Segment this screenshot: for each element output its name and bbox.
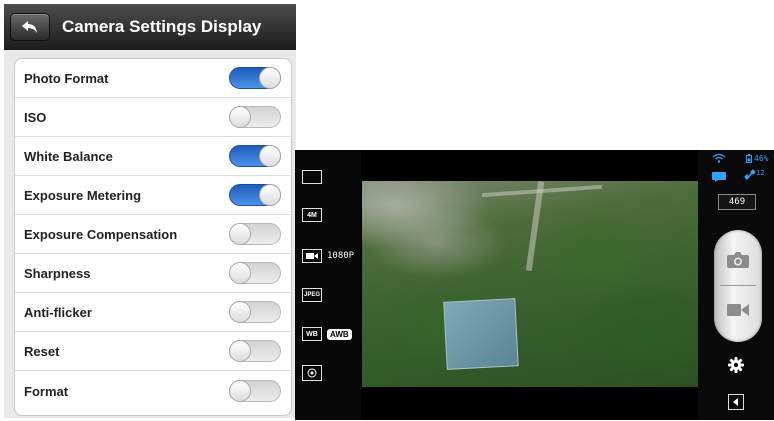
toggle-knob [229,301,251,323]
live-view-image [362,181,698,387]
setting-label: Format [24,383,69,399]
settings-header: Camera Settings Display [4,4,296,50]
video-record-button[interactable] [727,303,749,317]
toggle-knob [259,145,281,167]
setting-row-exposure-compensation: Exposure Compensation [15,215,291,254]
page-title: Camera Settings Display [62,17,262,36]
toggle-knob [229,262,251,284]
photo-size-button[interactable]: 4M [302,208,322,222]
toggle-knob [259,67,281,89]
video-resolution-button[interactable]: 1080P [302,249,354,263]
battery-icon [746,154,752,163]
playback-button[interactable] [728,394,744,410]
setting-row-iso: ISO [15,98,291,137]
back-button[interactable] [10,13,50,41]
setting-label: Exposure Metering [24,187,142,203]
settings-list: Photo Format ISO White Balance Exposure … [14,58,292,416]
setting-row-anti-flicker: Anti-flicker [15,293,291,332]
road-path [525,181,545,271]
metering-icon [302,365,322,381]
aspect-ratio-icon [302,170,322,184]
setting-label: Exposure Compensation [24,226,178,242]
setting-row-format: Format [15,371,291,411]
white-balance-value: AWB [327,328,352,340]
battery-status: 46% [746,154,768,163]
gps-status: 12 [744,169,764,181]
setting-row-exposure-metering: Exposure Metering [15,176,291,215]
setting-label: Photo Format [24,70,109,86]
shots-remaining: 469 [718,194,756,210]
camera-screen: 4M 1080P JPEG WB AWB 46% 12 469 [295,150,774,420]
photo-size-icon: 4M [302,208,322,222]
video-resolution-label: 1080P [327,251,355,261]
toggle-knob [229,223,251,245]
setting-row-reset: Reset [15,332,291,371]
toggle-knob [229,340,251,362]
photo-format-toggle[interactable] [229,67,281,89]
capture-divider [720,285,756,286]
white-balance-icon: WB [302,327,322,341]
setting-row-white-balance: White Balance [15,137,291,176]
video-camera-icon [302,249,322,263]
battery-percent: 46% [754,154,769,163]
back-arrow-icon [22,21,37,33]
reset-toggle[interactable] [229,340,281,362]
camera-right-bar: 46% 12 469 [698,150,774,420]
aspect-ratio-button[interactable] [302,170,322,184]
wifi-icon [712,153,726,163]
exposure-metering-button[interactable] [302,365,322,381]
capture-control [714,230,762,342]
camera-left-bar: 4M 1080P JPEG WB AWB [295,150,361,420]
sharpness-toggle[interactable] [229,262,281,284]
white-balance-toggle[interactable] [229,145,281,167]
message-icon [712,172,726,182]
anti-flicker-toggle[interactable] [229,301,281,323]
satellite-count: 12 [756,169,765,177]
white-balance-button[interactable]: WB AWB [302,327,352,341]
settings-panel: Camera Settings Display Photo Format ISO… [4,4,296,418]
format-toggle[interactable] [229,380,281,402]
photo-format-icon: JPEG [302,288,322,302]
toggle-knob [259,184,281,206]
setting-label: White Balance [24,148,113,164]
triangle-left-icon [733,398,738,406]
setting-label: Anti-flicker [24,304,92,320]
toggle-knob [229,106,251,128]
toggle-knob [229,380,251,402]
setting-label: Reset [24,343,60,359]
exposure-metering-toggle[interactable] [229,184,281,206]
setting-label: Sharpness [24,265,91,281]
iso-toggle[interactable] [229,106,281,128]
setting-label: ISO [24,109,47,125]
setting-row-photo-format: Photo Format [15,59,291,98]
photo-format-button[interactable]: JPEG [302,288,322,302]
satellite-icon [744,169,756,180]
sports-field [443,298,519,370]
settings-gear-icon[interactable] [728,357,744,373]
photo-shutter-button[interactable] [727,252,749,268]
exposure-compensation-toggle[interactable] [229,223,281,245]
setting-row-sharpness: Sharpness [15,254,291,293]
